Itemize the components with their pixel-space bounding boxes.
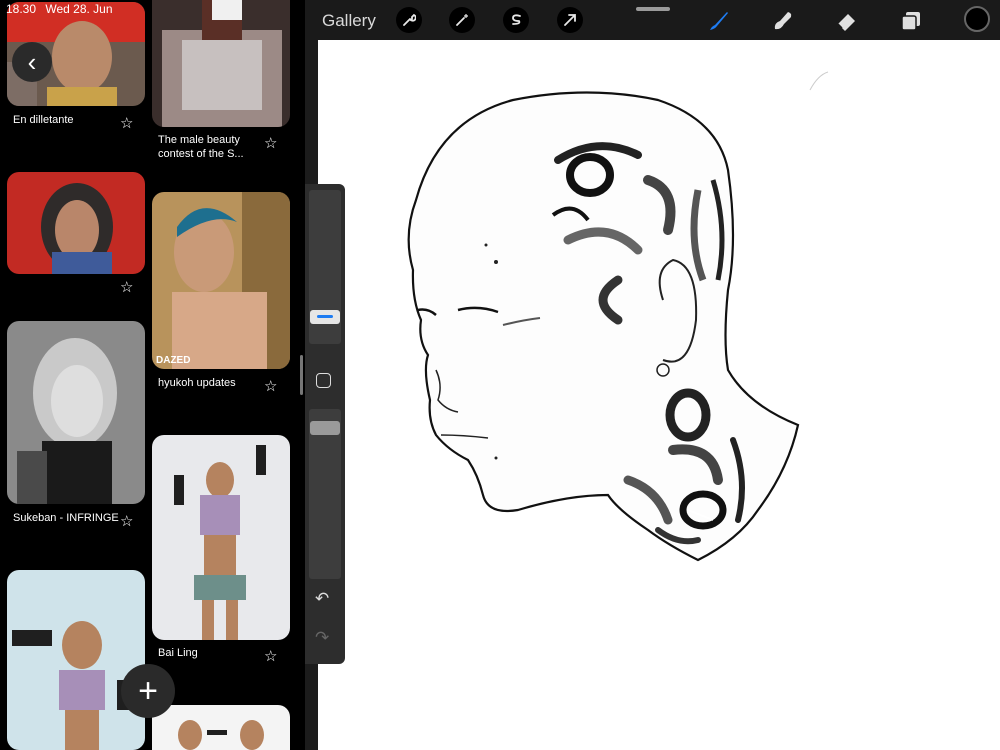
- pin-image[interactable]: [152, 0, 290, 127]
- chevron-left-icon: ‹: [27, 46, 37, 77]
- pin-title: Sukeban - INFRINGE: [13, 512, 119, 524]
- smudge-icon[interactable]: [770, 8, 796, 34]
- pin-image[interactable]: [152, 435, 290, 640]
- add-button[interactable]: +: [121, 664, 175, 718]
- head-sketch: [407, 71, 829, 562]
- pin-card[interactable]: ☆: [7, 172, 145, 298]
- pin-card[interactable]: The male beauty contest of the S... ☆: [152, 0, 290, 165]
- star-icon[interactable]: ☆: [120, 280, 133, 295]
- drawing-canvas[interactable]: [318, 40, 1000, 750]
- pin-image[interactable]: [7, 321, 145, 504]
- pin-image[interactable]: [7, 570, 145, 750]
- star-icon[interactable]: ☆: [264, 649, 277, 664]
- magic-wand-icon[interactable]: [449, 7, 475, 33]
- plus-icon: +: [138, 671, 158, 710]
- pin-card[interactable]: DAZED hyukoh updates ☆: [152, 192, 290, 397]
- brush-opacity-thumb[interactable]: [310, 421, 340, 435]
- brush-opacity-slider[interactable]: [309, 409, 341, 579]
- brush-size-thumb[interactable]: [310, 310, 340, 324]
- star-icon[interactable]: ☆: [264, 136, 277, 151]
- pin-title: The male beauty contest of the S...: [158, 134, 244, 160]
- brush-size-slider[interactable]: [309, 190, 341, 344]
- wrench-icon[interactable]: [396, 7, 422, 33]
- redo-icon[interactable]: ↷: [315, 628, 329, 648]
- dazed-watermark: DAZED: [156, 355, 190, 366]
- modify-button[interactable]: [316, 373, 331, 388]
- undo-icon[interactable]: ↶: [315, 589, 329, 609]
- back-button[interactable]: ‹: [12, 42, 52, 82]
- star-icon[interactable]: ☆: [120, 116, 133, 131]
- pin-card[interactable]: Bai Ling ☆: [152, 435, 290, 665]
- status-date: Wed 28. Jun: [45, 2, 113, 16]
- star-icon[interactable]: ☆: [120, 514, 133, 529]
- layers-icon[interactable]: [898, 8, 924, 34]
- pin-title: Bai Ling: [158, 647, 198, 659]
- brush-sidebar: ↶ ↷: [305, 184, 345, 664]
- pin-image[interactable]: [152, 705, 290, 750]
- pin-card[interactable]: [152, 705, 290, 750]
- star-icon[interactable]: ☆: [264, 379, 277, 394]
- toolbar-drag-handle[interactable]: [636, 7, 670, 11]
- gallery-button[interactable]: Gallery: [322, 11, 376, 31]
- pin-card[interactable]: Sukeban - INFRINGE ☆: [7, 321, 145, 541]
- split-view-handle[interactable]: [300, 355, 303, 395]
- pin-image[interactable]: DAZED: [152, 192, 290, 369]
- brush-icon[interactable]: [706, 8, 732, 34]
- pin-title: En dilletante: [13, 114, 74, 126]
- pin-board-pane: 18.30 Wed 28. Jun ‹ En dilletante ☆ The …: [0, 0, 305, 750]
- eraser-icon[interactable]: [834, 8, 860, 34]
- color-picker[interactable]: [964, 6, 990, 32]
- selection-icon[interactable]: [503, 7, 529, 33]
- transform-arrow-icon[interactable]: [557, 7, 583, 33]
- status-time: 18.30: [6, 2, 37, 16]
- pin-image[interactable]: [7, 172, 145, 274]
- pin-card[interactable]: [7, 570, 145, 750]
- status-bar: 18.30 Wed 28. Jun: [6, 2, 119, 16]
- pin-title: hyukoh updates: [158, 377, 236, 389]
